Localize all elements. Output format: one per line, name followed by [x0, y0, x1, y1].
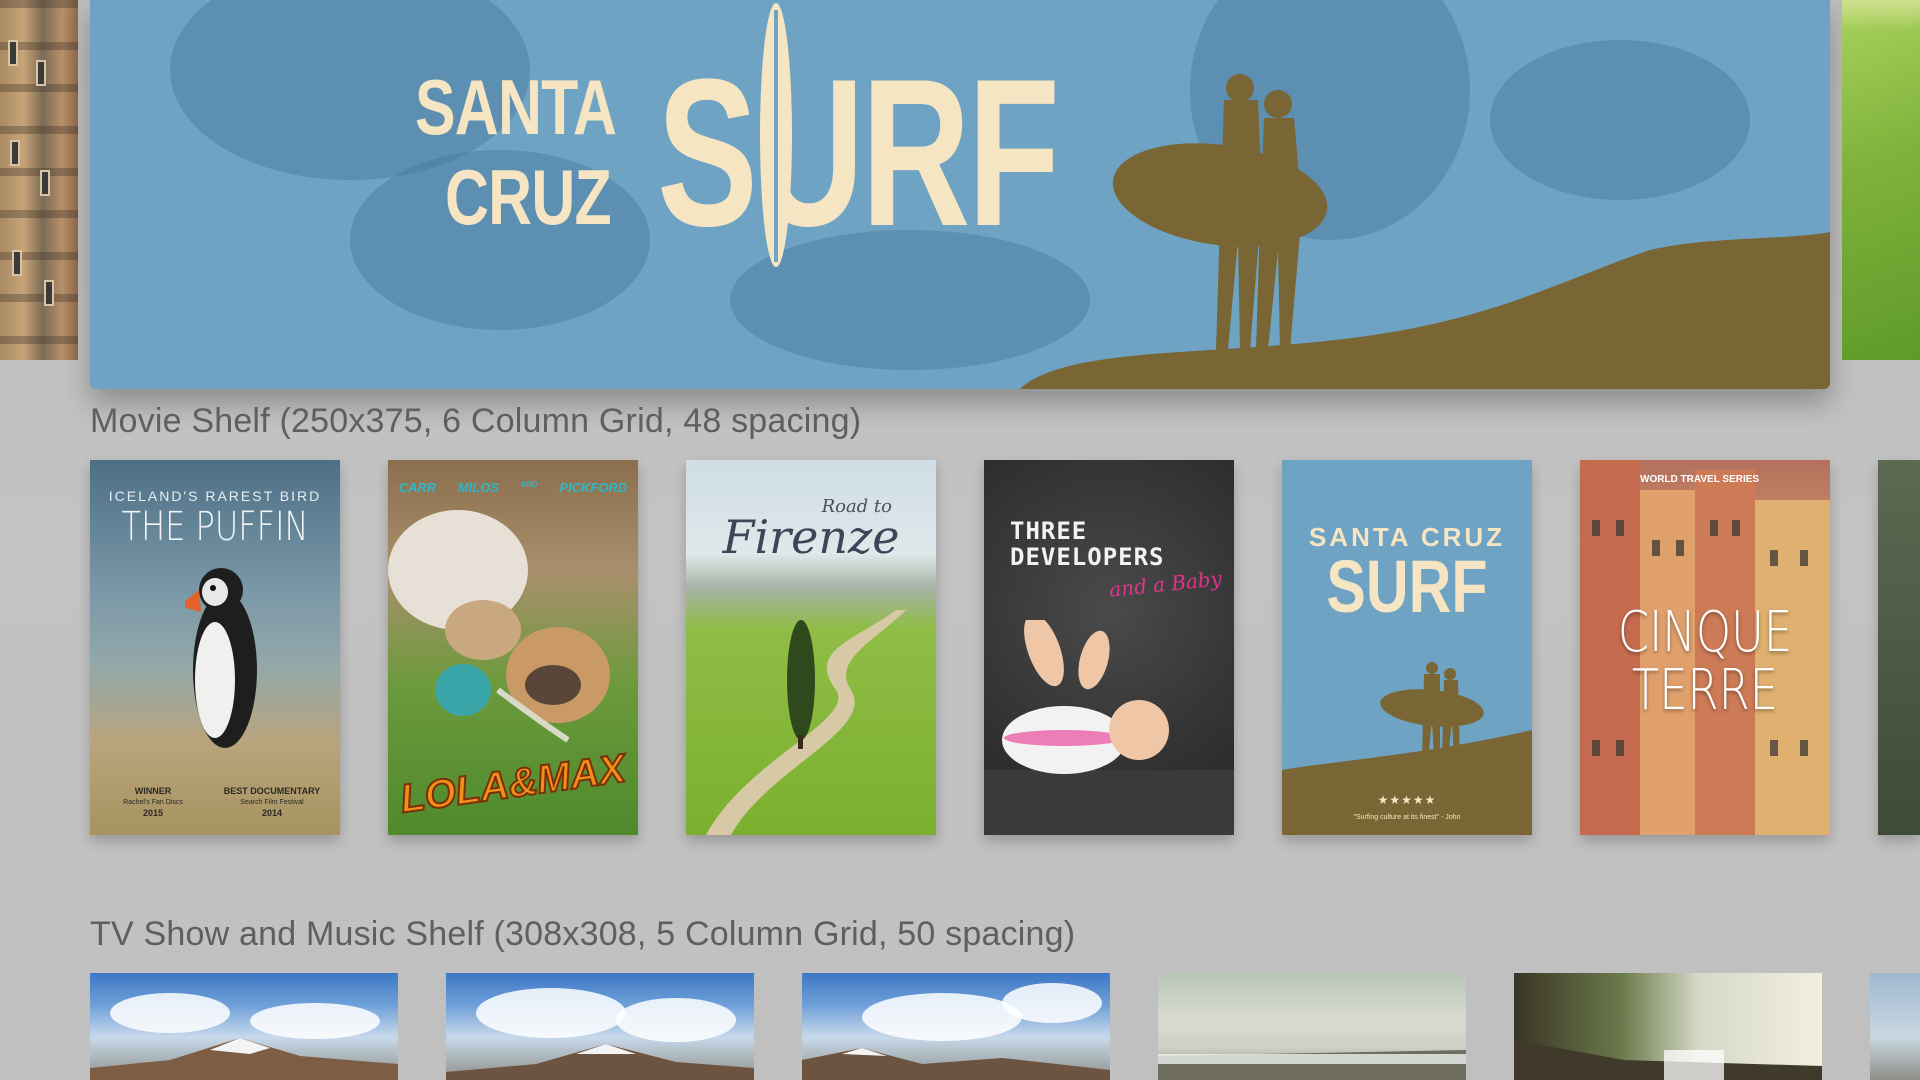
tv-tile-3[interactable] [802, 973, 1110, 1080]
award-laurel-2: BEST DOCUMENTARY Search Film Festival 20… [222, 786, 322, 819]
surfers-silhouette-illustration [760, 3, 1830, 389]
tv-music-shelf-label: TV Show and Music Shelf (308x308, 5 Colu… [90, 915, 1076, 953]
poster-subtitle: and a Baby [1108, 566, 1223, 602]
window-shape [44, 280, 54, 306]
carousel-item-next[interactable] [1842, 0, 1920, 360]
hero-banner-santa-cruz-surf[interactable]: SANTA CRUZ SURF [90, 0, 1830, 389]
tv-tile-partial-next[interactable] [1870, 973, 1920, 1080]
poster-credits: CARR MILOS AND PICKFORD [388, 480, 638, 495]
award-year: 2014 [261, 808, 283, 818]
tv-tile-1[interactable] [90, 973, 398, 1080]
tv-tile-5[interactable] [1514, 973, 1822, 1080]
poster-kicker: WORLD TRAVEL SERIES [1640, 474, 1760, 485]
mountain-illustration [90, 1038, 398, 1080]
credit-name: MILOS [457, 480, 499, 495]
poster-the-puffin[interactable]: ICELAND'S RAREST BIRD THE PUFFIN WINNER … [90, 460, 340, 835]
tv-tile-4[interactable] [1158, 973, 1466, 1080]
award-title: BEST DOCUMENTARY [223, 786, 321, 796]
rating-stars: ★★★★★ [1377, 793, 1437, 807]
mountain-illustration [802, 1048, 1110, 1080]
tuscany-road-illustration [706, 610, 906, 835]
cloud-shape [1002, 983, 1102, 1023]
waterfall-illustration [1514, 1040, 1822, 1080]
movie-shelf-label: Movie Shelf (250x375, 6 Column Grid, 48 … [90, 402, 862, 440]
surfers-silhouette-illustration [1282, 662, 1532, 835]
window-shape [10, 140, 20, 166]
mountain-illustration [446, 1044, 754, 1080]
poster-santa-cruz-surf[interactable]: SANTA CRUZ SURF ★★★★★ "Surfing culture a… [1282, 460, 1532, 835]
poster-title: SURF [1326, 545, 1488, 628]
award-year: 2015 [142, 808, 164, 818]
window-shape [40, 170, 50, 196]
tv-tile-2[interactable] [446, 973, 754, 1080]
credit-name: PICKFORD [559, 480, 628, 495]
window-shape [12, 250, 22, 276]
poster-kicker: ICELAND'S RAREST BIRD [108, 488, 322, 504]
award-festival: Rachel's Fan Discs [123, 799, 183, 806]
baby-illustration [984, 620, 1234, 835]
poster-title-line1: CINQUE [1617, 600, 1793, 665]
credit-name: CARR [398, 480, 437, 495]
poster-three-developers-and-a-baby[interactable]: THREE DEVELOPERS and a Baby [984, 460, 1234, 835]
poster-title-line2: TERRE [1631, 658, 1779, 723]
poster-cinque-terre[interactable]: WORLD TRAVEL SERIES CINQUE TERRE [1580, 460, 1830, 835]
window-shape [8, 40, 18, 66]
waterfall-illustration [1158, 1050, 1466, 1080]
poster-road-to-firenze[interactable]: Road to Firenze [686, 460, 936, 835]
poster-quote: "Surfing culture at its finest" - John [1353, 814, 1461, 821]
poster-lola-and-max[interactable]: CARR MILOS AND PICKFORD LOLA&MAX [388, 460, 638, 835]
award-title: WINNER [134, 786, 172, 796]
dogs-illustration [388, 510, 610, 743]
award-laurel-1: WINNER Rachel's Fan Discs 2015 [108, 786, 198, 819]
carousel-item-previous[interactable] [0, 0, 78, 360]
puffin-illustration [185, 568, 257, 748]
poster-partial-next[interactable] [1878, 460, 1920, 835]
poster-title: THREE DEVELOPERS [1010, 517, 1165, 571]
window-shape [36, 60, 46, 86]
poster-title: Firenze [722, 510, 900, 564]
credit-name: AND [520, 480, 538, 489]
award-festival: Search Film Festival [240, 799, 304, 806]
poster-title: THE PUFFIN [121, 504, 309, 550]
